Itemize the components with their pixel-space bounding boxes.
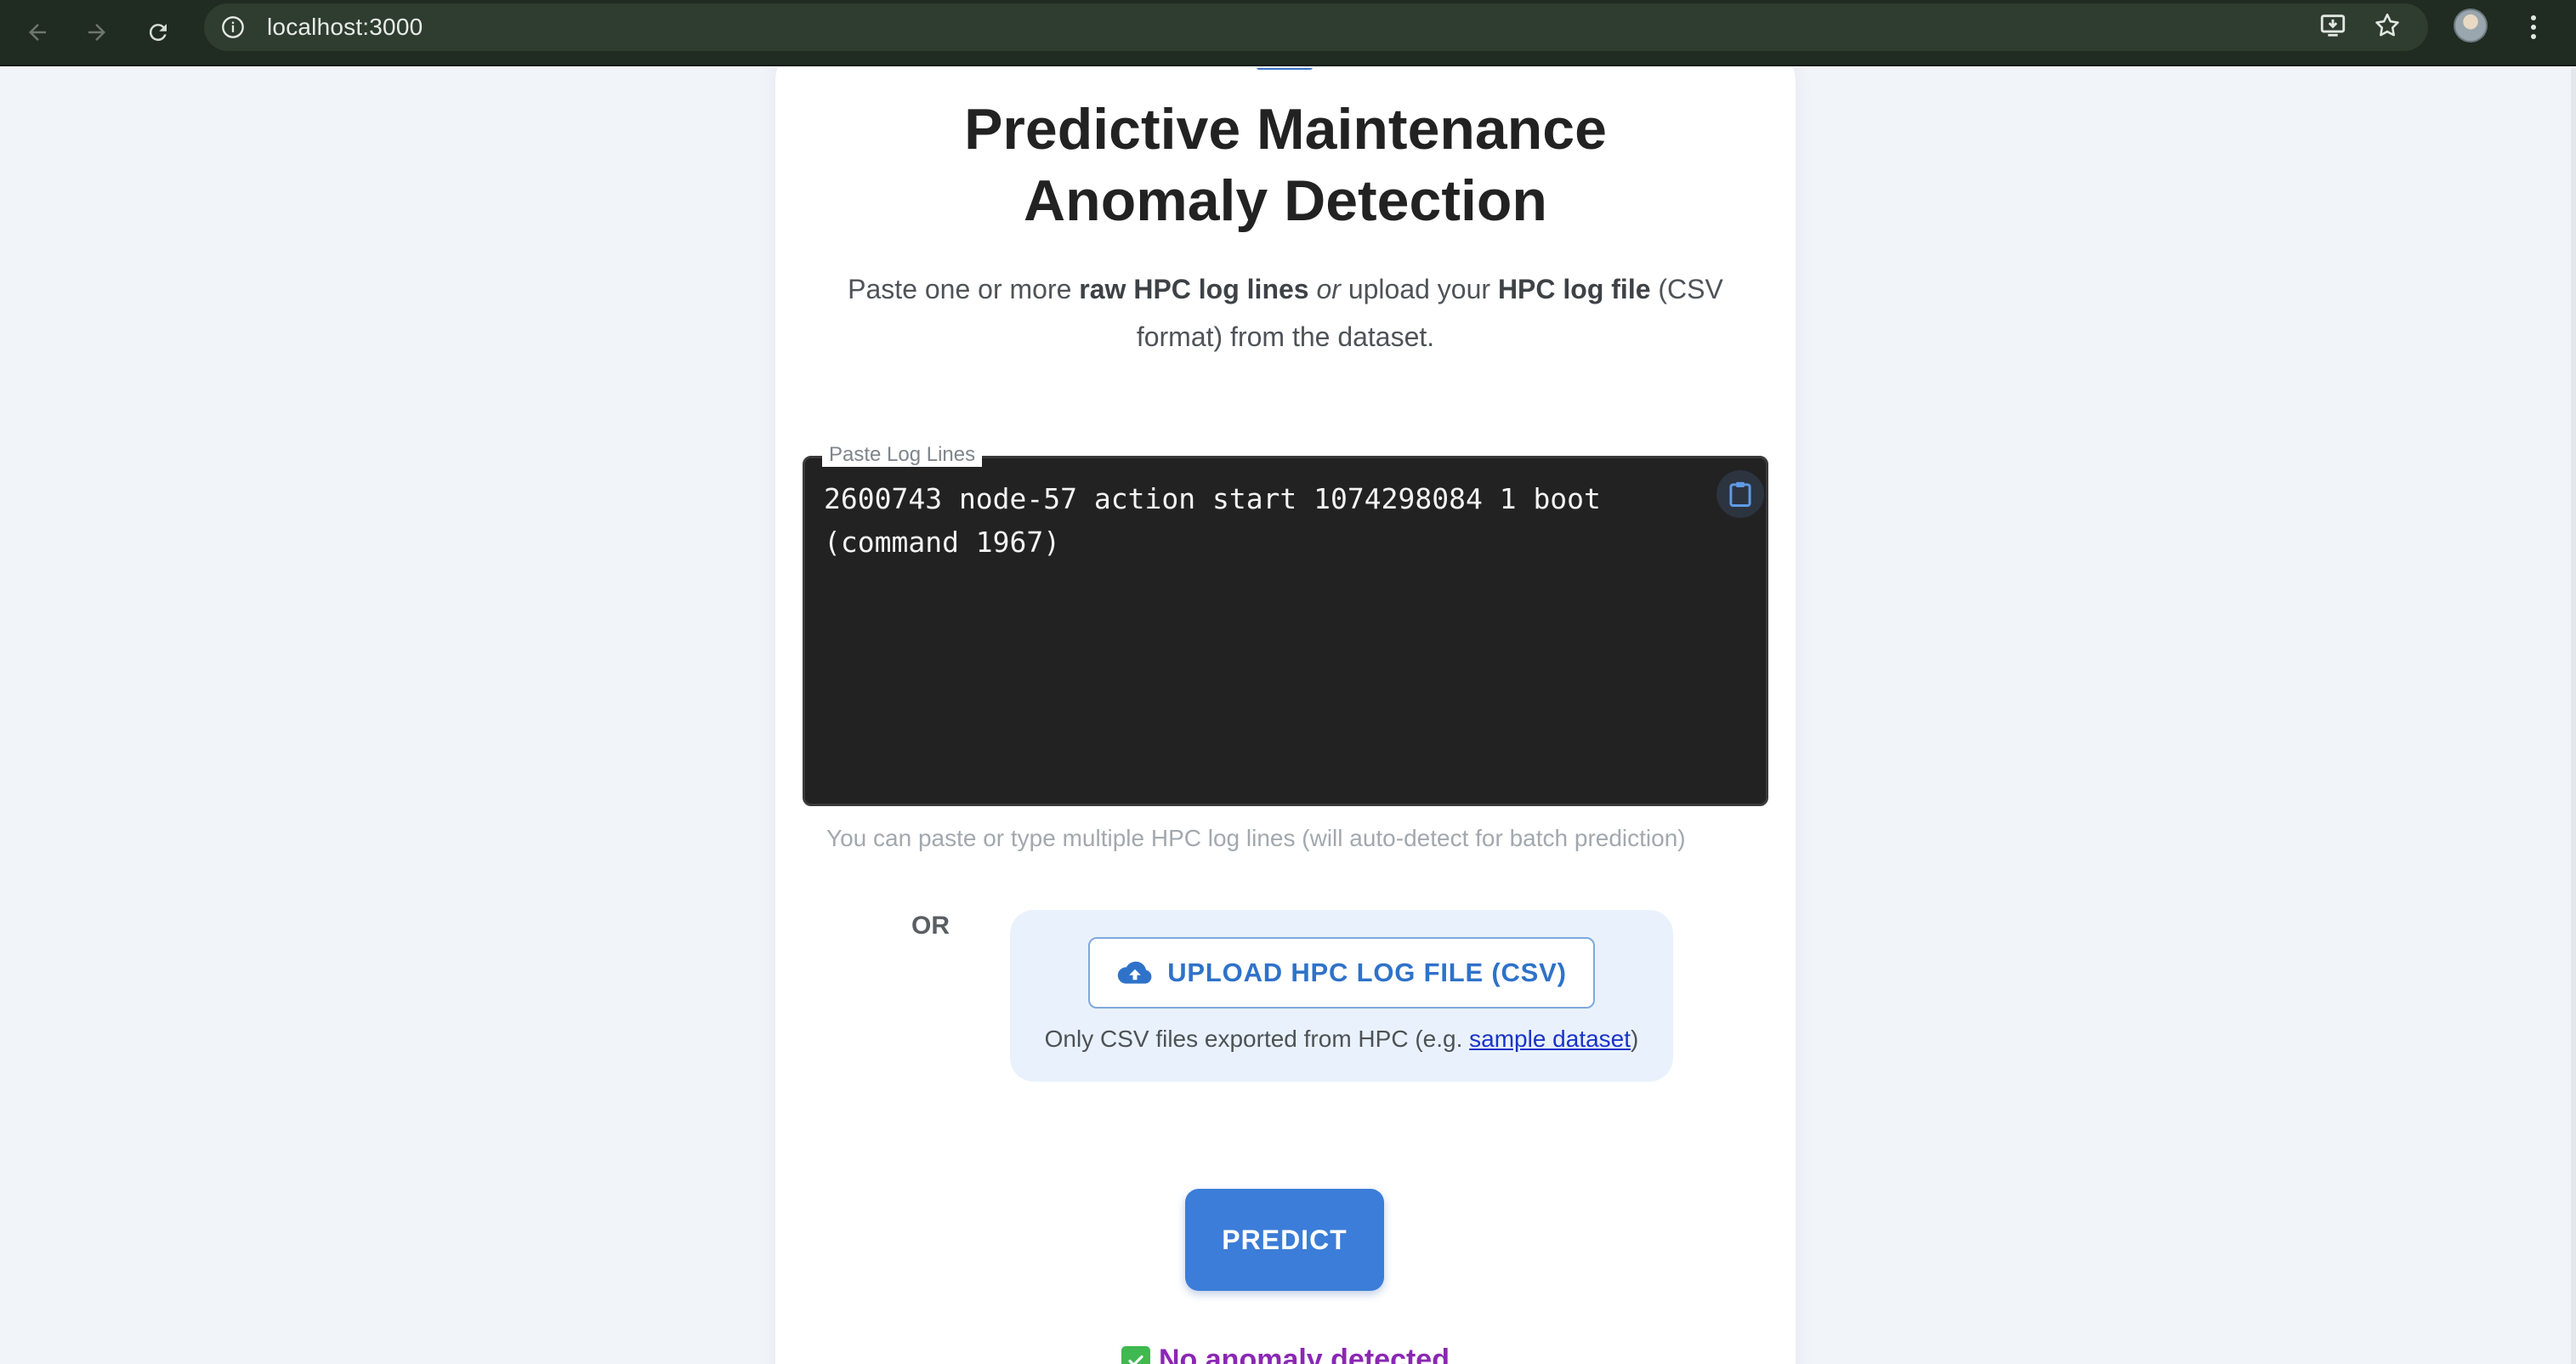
profile-avatar[interactable]	[2454, 9, 2488, 43]
clipboard-icon	[1729, 481, 1751, 508]
browser-menu-button[interactable]	[2518, 10, 2549, 44]
address-bar[interactable]: localhost:3000	[204, 3, 2428, 51]
page-scrollbar[interactable]	[2571, 68, 2576, 1364]
sample-dataset-link[interactable]: sample dataset	[1469, 1026, 1631, 1052]
subtitle-text: Paste one or more	[848, 274, 1080, 304]
reload-icon	[149, 24, 167, 42]
subtitle-bold-log-file: HPC log file	[1497, 274, 1651, 304]
install-app-icon	[2320, 14, 2346, 37]
title-line-1: Predictive Maintenance	[964, 97, 1607, 162]
main-card: Predictive Maintenance Anomaly Detection…	[775, 68, 1796, 1364]
log-lines-textarea[interactable]: Paste Log Lines 2600743 node-57 action s…	[803, 443, 1768, 806]
predict-button[interactable]: PREDICT	[1185, 1189, 1384, 1291]
upload-panel: UPLOAD HPC LOG FILE (CSV) Only CSV files…	[1010, 910, 1673, 1082]
result-text: No anomaly detected	[1159, 1344, 1450, 1364]
upload-csv-button[interactable]: UPLOAD HPC LOG FILE (CSV)	[1088, 937, 1595, 1009]
forward-button[interactable]	[73, 9, 121, 56]
upload-note-text: Only CSV files exported from HPC (e.g.	[1044, 1026, 1470, 1052]
page-viewport: Predictive Maintenance Anomaly Detection…	[0, 68, 2576, 1364]
site-info-icon[interactable]	[221, 15, 245, 39]
forward-arrow-icon	[88, 24, 105, 41]
browser-toolbar: localhost:3000	[0, 0, 2576, 66]
subtitle-bold-log-lines: raw HPC log lines	[1079, 274, 1309, 304]
or-divider-label: OR	[911, 912, 950, 940]
check-mark-icon	[1121, 1345, 1150, 1364]
page-subtitle: Paste one or more raw HPC log lines or u…	[826, 265, 1745, 361]
back-arrow-icon	[29, 24, 46, 41]
log-lines-value[interactable]: 2600743 node-57 action start 1074298084 …	[824, 477, 1674, 564]
kebab-menu-icon	[2531, 15, 2536, 39]
subtitle-text: upload your	[1340, 274, 1498, 304]
back-button[interactable]	[14, 9, 61, 56]
subtitle-or: or	[1316, 274, 1341, 304]
log-lines-label: Paste Log Lines	[822, 443, 983, 467]
top-accent-bar	[1257, 68, 1313, 70]
paste-clipboard-button[interactable]	[1716, 470, 1764, 518]
bookmark-button[interactable]	[2370, 9, 2404, 43]
star-icon	[2375, 13, 2399, 37]
title-line-2: Anomaly Detection	[1024, 168, 1547, 233]
prediction-result: No anomaly detected	[775, 1344, 1796, 1364]
textarea-helper-text: You can paste or type multiple HPC log l…	[826, 825, 1686, 851]
install-app-button[interactable]	[2316, 9, 2350, 43]
upload-note: Only CSV files exported from HPC (e.g. s…	[1010, 1022, 1673, 1056]
upload-note-text: )	[1631, 1026, 1639, 1052]
upload-button-label: UPLOAD HPC LOG FILE (CSV)	[1167, 958, 1567, 987]
cloud-upload-icon	[1118, 961, 1152, 984]
reload-button[interactable]	[134, 9, 182, 56]
url-text[interactable]: localhost:3000	[267, 14, 423, 41]
page-title: Predictive Maintenance Anomaly Detection	[775, 94, 1796, 236]
